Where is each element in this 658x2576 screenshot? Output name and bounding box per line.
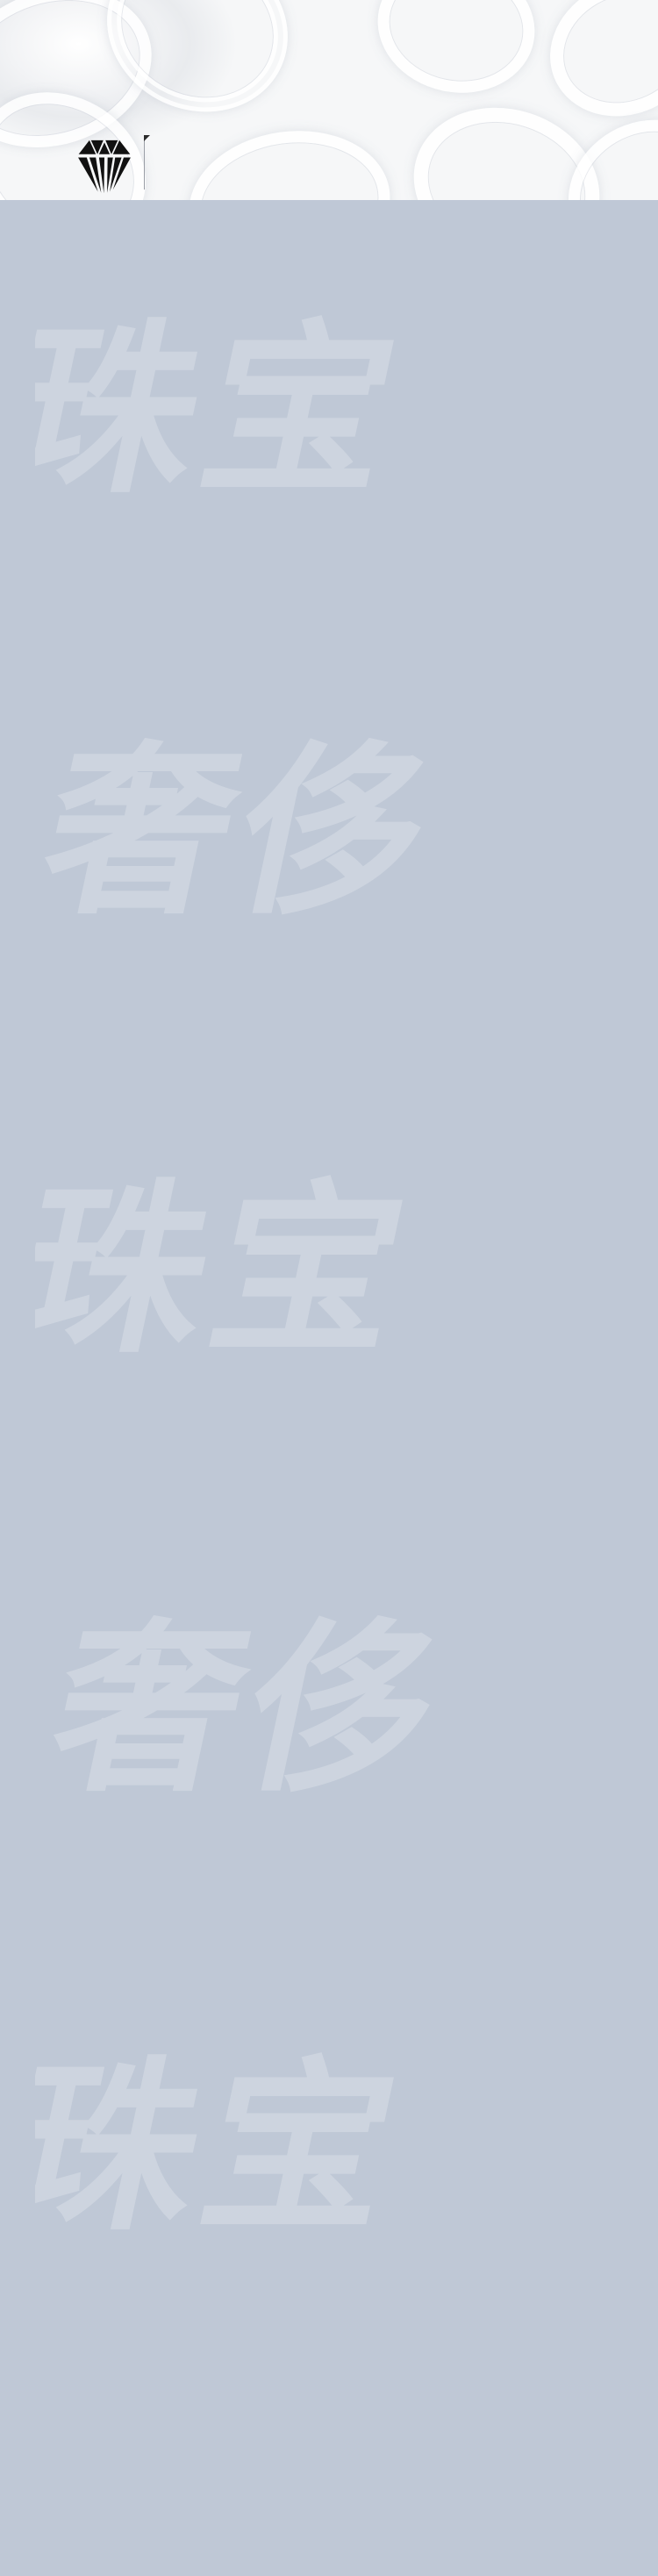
ring-decoration — [527, 0, 658, 140]
slide-thumbnail-grid[interactable]: 珠宝 奢侈 珠宝 奢侈 珠宝 — [0, 200, 658, 2256]
ring-decoration — [179, 118, 400, 200]
header-banner — [0, 0, 658, 200]
grid-watermark: 珠宝 奢侈 珠宝 奢侈 珠宝 — [35, 304, 468, 2256]
diamond-icon — [77, 136, 132, 194]
ring-decoration — [365, 0, 547, 108]
brand-divider — [144, 135, 150, 190]
brand-lockup — [77, 133, 159, 194]
